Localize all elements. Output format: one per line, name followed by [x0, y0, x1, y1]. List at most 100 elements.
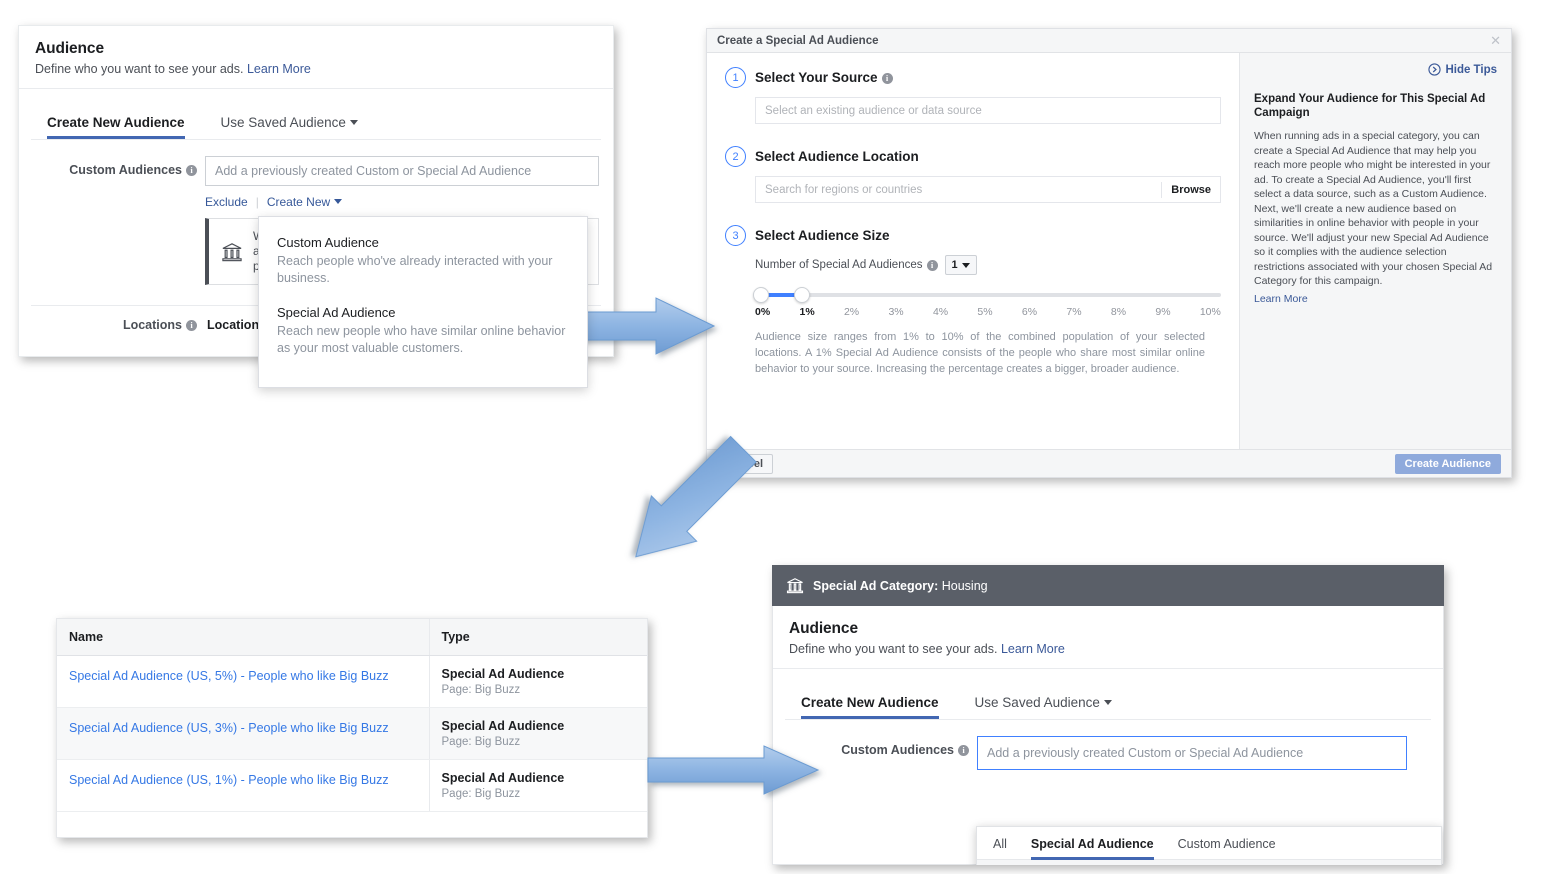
slider-tick: 1% — [799, 306, 815, 318]
menu-item-desc: Reach people who've already interacted w… — [277, 254, 553, 285]
audience-links: Exclude | Create New — [205, 195, 599, 209]
modal-footer: Cancel Create Audience — [707, 449, 1511, 477]
tab-create-new-audience[interactable]: Create New Audience — [801, 695, 939, 719]
tips-panel: Hide Tips Expand Your Audience for This … — [1239, 53, 1511, 449]
modal-main-content: 1 Select Your Source i Select an existing… — [707, 53, 1239, 449]
number-of-audiences-label: Number of Special Ad Audiences — [755, 259, 923, 271]
hide-tips-label: Hide Tips — [1445, 63, 1497, 76]
tab-use-saved-audience-label: Use Saved Audience — [974, 695, 1100, 710]
tips-learn-more-link[interactable]: Learn More — [1254, 293, 1308, 305]
tab-create-new-audience-label: Create New Audience — [801, 695, 939, 710]
dropdown-result-row[interactable]: Special Ad Audience (US, 1%) - People wh… — [977, 860, 1441, 865]
audience-selector-dropdown: All Special Ad Audience Custom Audience … — [976, 826, 1442, 865]
number-of-audiences-select[interactable]: 1 — [944, 255, 977, 275]
step-title: Select Audience Location — [755, 149, 919, 164]
menu-item-special-ad-audience[interactable]: Special Ad Audience Reach new people who… — [259, 301, 587, 371]
step-number: 1 — [725, 67, 746, 88]
step-title: Select Your Source i — [755, 70, 893, 85]
step-1-header: 1 Select Your Source i — [725, 67, 1221, 88]
tab-create-new-audience[interactable]: Create New Audience — [47, 115, 185, 139]
audience-tabs: Create New Audience Use Saved Audience — [773, 669, 1443, 719]
info-icon[interactable]: i — [926, 259, 938, 271]
exclude-link[interactable]: Exclude — [205, 195, 248, 209]
step-2-header: 2 Select Audience Location — [725, 146, 1221, 167]
table-row[interactable]: Special Ad Audience (US, 1%) - People wh… — [57, 759, 647, 812]
audience-page: Page: Big Buzz — [441, 684, 521, 696]
column-header-name[interactable]: Name — [57, 619, 430, 656]
page-title: Audience — [789, 620, 858, 637]
tips-body: When running ads in a special category, … — [1254, 130, 1493, 287]
tab-use-saved-audience[interactable]: Use Saved Audience — [975, 695, 1112, 719]
table-row[interactable]: Special Ad Audience (US, 3%) - People wh… — [57, 707, 647, 760]
custom-audiences-input[interactable]: Add a previously created Custom or Speci… — [205, 156, 599, 186]
chevron-down-icon — [349, 120, 358, 125]
info-icon[interactable]: i — [881, 73, 893, 84]
close-icon[interactable]: ✕ — [1490, 33, 1501, 49]
menu-item-title: Special Ad Audience — [277, 305, 396, 320]
column-header-type[interactable]: Type — [429, 619, 647, 656]
locations-value: Location - — [207, 318, 267, 332]
special-ad-category-label: Special Ad Category: — [813, 578, 939, 593]
slider-tick: 0% — [755, 306, 771, 318]
slider-track[interactable] — [753, 287, 1221, 303]
tab-use-saved-audience-label: Use Saved Audience — [220, 115, 346, 130]
menu-item-title: Custom Audience — [277, 235, 379, 250]
saved-audiences-table: Name Type Special Ad Audience (US, 5%) -… — [57, 619, 647, 812]
slider-tick: 9% — [1155, 306, 1171, 318]
tab-create-new-audience-label: Create New Audience — [47, 115, 185, 130]
link-separator: | — [255, 195, 259, 209]
audience-name-link[interactable]: Special Ad Audience (US, 3%) - People wh… — [69, 721, 389, 735]
slider-knob-value — [793, 287, 810, 303]
locations-label: Locations i — [19, 318, 197, 332]
browse-button[interactable]: Browse — [1161, 181, 1211, 198]
table-row[interactable]: Special Ad Audience (US, 5%) - People wh… — [57, 655, 647, 708]
special-ad-category-body: Audience Define who you want to see your… — [772, 606, 1444, 865]
dropdown-filter-tabs: All Special Ad Audience Custom Audience — [977, 827, 1441, 860]
audience-name-link[interactable]: Special Ad Audience (US, 1%) - People wh… — [69, 773, 389, 787]
dropdown-tab-all[interactable]: All — [993, 837, 1007, 859]
page-subtitle: Define who you want to see your ads. Lea… — [35, 62, 597, 76]
saved-audiences-table-panel: Name Type Special Ad Audience (US, 5%) -… — [56, 618, 648, 838]
audience-type: Special Ad Audience — [441, 771, 565, 785]
tab-use-saved-audience[interactable]: Use Saved Audience — [221, 115, 358, 139]
number-of-audiences-row: Number of Special Ad Audiences i 1 — [755, 255, 1221, 275]
dropdown-tab-custom-audience[interactable]: Custom Audience — [1178, 837, 1276, 859]
audience-type: Special Ad Audience — [441, 719, 565, 733]
page-subtitle-text: Define who you want to see your ads. — [35, 62, 244, 76]
slider-tick: 4% — [932, 306, 949, 318]
modal-titlebar: Create a Special Ad Audience ✕ — [707, 29, 1511, 53]
source-input[interactable]: Select an existing audience or data sour… — [755, 97, 1221, 124]
slider-tick: 2% — [843, 306, 860, 318]
custom-audiences-input[interactable]: Add a previously created Custom or Speci… — [977, 736, 1407, 770]
learn-more-link[interactable]: Learn More — [247, 62, 311, 76]
menu-item-custom-audience[interactable]: Custom Audience Reach people who've alre… — [259, 231, 587, 301]
menu-item-desc: Reach new people who have similar online… — [277, 324, 566, 355]
slider-tick: 5% — [977, 306, 993, 318]
info-icon[interactable]: i — [958, 745, 969, 756]
step-number: 2 — [725, 146, 746, 167]
special-ad-category-panel: Special Ad Category: Housing Audience De… — [772, 565, 1444, 865]
info-icon[interactable]: i — [186, 320, 197, 331]
special-ad-category-banner: Special Ad Category: Housing — [772, 565, 1444, 606]
slider-description: Audience size ranges from 1% to 10% of t… — [755, 331, 1205, 375]
create-special-ad-audience-modal: Create a Special Ad Audience ✕ 1 Select … — [706, 28, 1512, 478]
create-audience-button[interactable]: Create Audience — [1394, 454, 1501, 474]
audience-tabs: Create New Audience Use Saved Audience — [19, 89, 613, 139]
audience-type: Special Ad Audience — [441, 667, 565, 681]
info-icon[interactable]: i — [186, 165, 197, 176]
dropdown-tab-special-ad-audience[interactable]: Special Ad Audience — [1030, 837, 1154, 860]
create-new-link[interactable]: Create New — [267, 195, 343, 209]
slider-tick: 6% — [1021, 306, 1038, 318]
slider-knob-min — [753, 287, 769, 303]
hide-tips-button[interactable]: Hide Tips — [1254, 63, 1497, 76]
source-placeholder: Select an existing audience or data sour… — [765, 104, 982, 117]
location-input[interactable]: Search for regions or countries Browse — [755, 176, 1221, 203]
tips-heading: Expand Your Audience for This Special Ad… — [1254, 93, 1486, 119]
page-title: Audience — [35, 40, 104, 57]
arrow-to-table — [635, 435, 757, 558]
audience-name-link[interactable]: Special Ad Audience (US, 5%) - People wh… — [69, 669, 389, 683]
chevron-down-icon — [334, 199, 343, 204]
learn-more-link[interactable]: Learn More — [1001, 642, 1065, 656]
audience-size-slider[interactable]: 0% 1% 2% 3% 4% 5% 6% 7% 8% 9% 10% — [753, 287, 1221, 318]
slider-tick: 8% — [1110, 306, 1127, 318]
